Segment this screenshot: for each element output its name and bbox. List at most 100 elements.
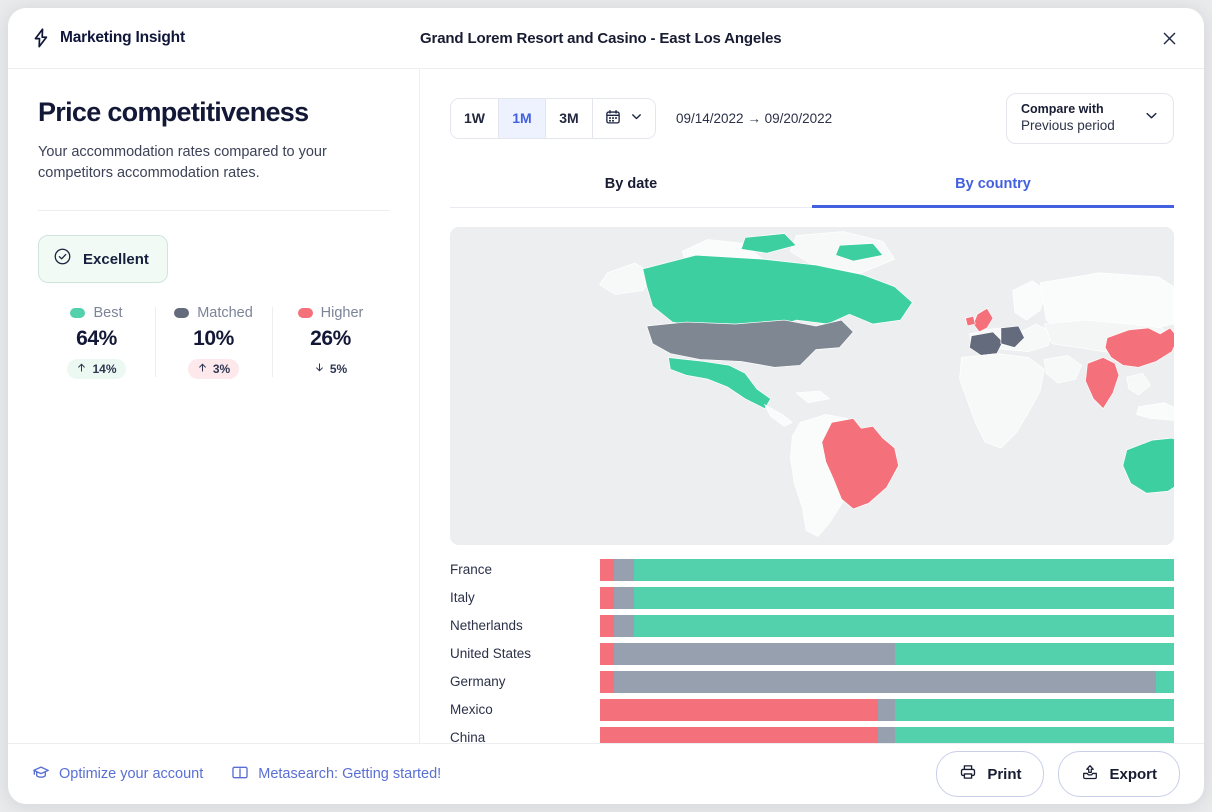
bar-segment-higher [600,670,614,693]
summary-panel: Price competitiveness Your accommodation… [8,69,420,743]
bar-segment-best [895,698,1174,721]
country-bars-list[interactable]: France Italy Netherlands United States G… [450,545,1174,743]
table-row[interactable]: Italy [450,584,1174,612]
arrow-up-icon [197,362,208,376]
stat-label: Higher [320,305,364,322]
graduation-cap-icon [32,764,50,785]
stat-delta: 3% [187,359,240,380]
check-circle-icon [53,247,72,271]
status-badge-label: Excellent [83,250,149,268]
divider [38,210,389,212]
bar-segment-higher [600,586,614,609]
stat-value: 26% [310,327,351,351]
range-1w[interactable]: 1W [451,98,499,138]
stat-delta-value: 14% [92,362,117,377]
legend-dot-best [70,308,86,319]
compare-text: Compare with Previous period [1021,102,1115,135]
stacked-bar [600,614,1174,637]
bar-segment-higher [600,558,614,581]
table-row[interactable]: Mexico [450,696,1174,724]
country-label: France [450,562,493,577]
bar-segment-matched [613,642,896,665]
printer-icon [959,763,977,785]
calendar-icon [605,109,621,128]
modal-footer: Optimize your account Metasearch: Gettin… [8,743,1204,804]
marketing-insight-modal: Marketing Insight Grand Lorem Resort and… [8,8,1204,804]
table-row[interactable]: Germany [450,668,1174,696]
country-label: Italy [450,590,475,605]
export-button[interactable]: Export [1058,751,1180,797]
stacked-bar [600,726,1174,743]
range-1m[interactable]: 1M [499,98,546,138]
bar-segment-best [1156,670,1174,693]
stat-delta: 14% [67,359,126,380]
stat-best: Best 64% 14% [38,305,155,380]
tab-by-date[interactable]: By date [450,166,812,208]
close-icon[interactable] [1154,23,1184,53]
legend-dot-matched [174,308,190,319]
stat-matched: Matched 10% 3% [155,305,272,380]
arrow-down-icon [314,362,325,376]
bar-segment-matched [878,726,896,743]
modal-header: Marketing Insight Grand Lorem Resort and… [8,8,1204,69]
lightning-bolt-icon [32,28,50,48]
world-map-svg [450,229,1174,542]
range-selector: 1W 1M 3M [450,97,656,139]
stat-head: Best [42,305,151,321]
stacked-bar [600,586,1174,609]
stat-head: Higher [276,305,385,321]
page-title: Grand Lorem Resort and Casino - East Los… [420,29,782,47]
bar-segment-matched [613,586,635,609]
footer-actions: Print Export [936,751,1180,797]
metasearch-link[interactable]: Metasearch: Getting started! [231,764,441,785]
bar-segment-best [634,586,1174,609]
legend-dot-higher [297,308,313,319]
table-row[interactable]: United States [450,640,1174,668]
view-tabs: By date By country [450,166,1174,208]
table-row[interactable]: France [450,556,1174,584]
tab-by-country[interactable]: By country [812,166,1174,208]
stat-label: Matched [197,305,253,322]
world-map[interactable] [450,226,1174,545]
stat-label: Best [93,305,123,322]
stat-delta-value: 5% [329,362,348,377]
panel-subtitle: Your accommodation rates compared to you… [38,144,327,182]
bar-segment-best [895,726,1174,743]
bar-segment-higher [600,642,614,665]
compare-title: Compare with [1021,102,1104,116]
bar-segment-best [634,614,1174,637]
table-row[interactable]: Netherlands [450,612,1174,640]
range-3m[interactable]: 3M [546,98,593,138]
panel-title: Price competitiveness [38,97,309,127]
compare-dropdown[interactable]: Compare with Previous period [1006,93,1174,144]
controls-row: 1W 1M 3M 09/14/2022 → 09/20/2022 Compare… [450,93,1174,144]
bar-segment-matched [613,670,1157,693]
arrow-up-icon [76,362,87,376]
country-label: China [450,730,486,743]
country-label: Netherlands [450,618,523,633]
brand: Marketing Insight [8,28,420,48]
export-label: Export [1109,765,1157,783]
optimize-account-link[interactable]: Optimize your account [32,764,203,785]
stacked-bar [600,698,1174,721]
modal-body: Price competitiveness Your accommodation… [8,69,1204,743]
country-label: Germany [450,674,506,689]
status-badge[interactable]: Excellent [38,235,168,284]
stat-delta: 5% [305,359,356,379]
chart-panel: 1W 1M 3M 09/14/2022 → 09/20/2022 Compare… [420,69,1204,743]
bar-segment-matched [878,698,896,721]
stacked-bar [600,642,1174,665]
chevron-down-icon [630,110,643,126]
brand-name: Marketing Insight [60,29,185,46]
stat-value: 10% [193,327,234,351]
table-row[interactable]: China [450,724,1174,743]
print-button[interactable]: Print [936,751,1045,797]
stat-higher: Higher 26% 5% [272,305,389,379]
stats-row: Best 64% 14% Matched 10% 3% Higher 26% 5… [38,305,389,380]
stacked-bar [600,558,1174,581]
stat-delta-value: 3% [212,362,231,377]
stat-head: Matched [159,305,268,321]
country-label: Mexico [450,702,493,717]
bar-segment-best [895,642,1174,665]
date-picker-button[interactable] [593,98,655,138]
